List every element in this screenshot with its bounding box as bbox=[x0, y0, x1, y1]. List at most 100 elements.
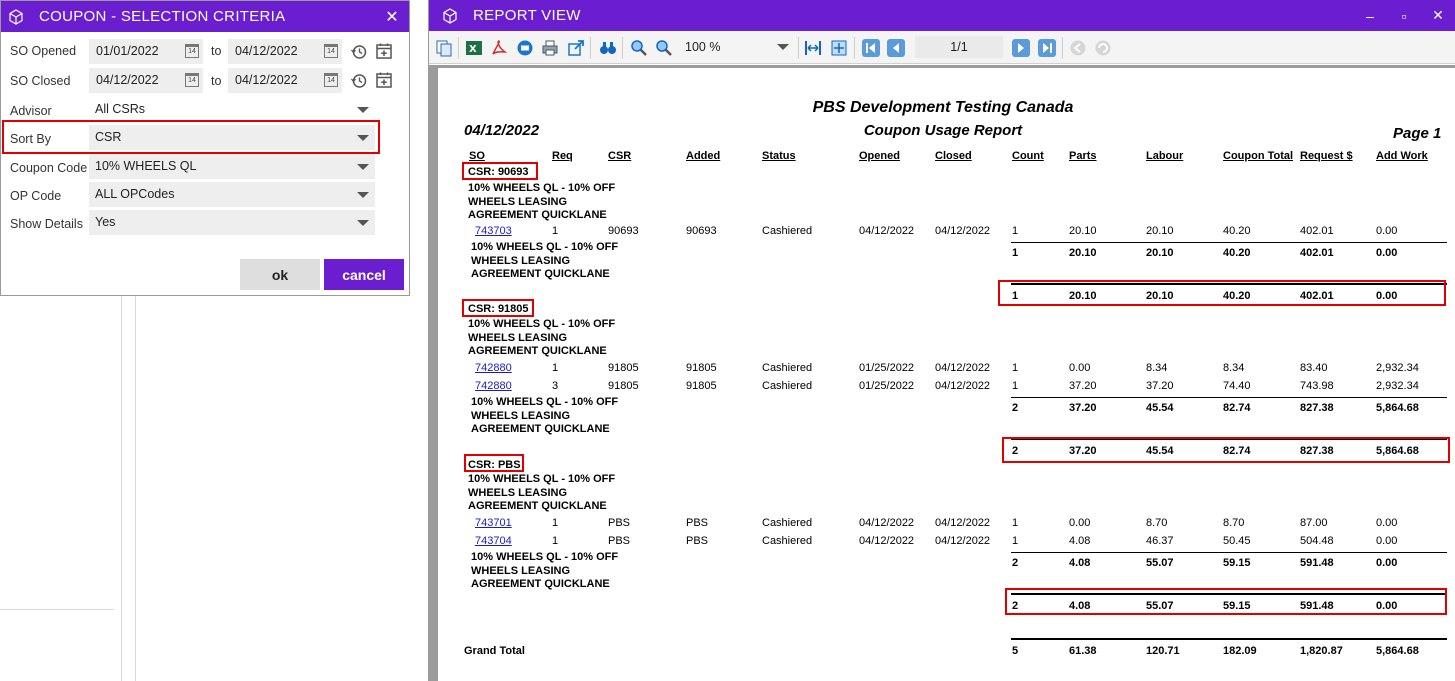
close-icon[interactable]: ✕ bbox=[375, 7, 409, 27]
table-cell: 8.34 bbox=[1223, 362, 1245, 374]
subtotal-rule bbox=[1011, 242, 1447, 243]
subtotal-cell: 0.00 bbox=[1376, 557, 1398, 569]
refresh-icon[interactable] bbox=[1094, 39, 1112, 57]
toolbar-separator bbox=[622, 37, 623, 59]
advisor-select[interactable]: All CSRs bbox=[89, 97, 375, 122]
zoom-in-icon[interactable] bbox=[630, 39, 648, 57]
table-cell: PBS bbox=[608, 517, 631, 529]
column-header: SO bbox=[469, 150, 485, 162]
chevron-down-icon bbox=[357, 220, 369, 226]
toolbar-separator bbox=[854, 37, 855, 59]
so-closed-from-input[interactable]: 04/12/2022 14 bbox=[89, 68, 203, 93]
table-cell: 91805 bbox=[686, 380, 717, 392]
table-cell: 04/12/2022 bbox=[859, 225, 915, 237]
table-cell: 40.20 bbox=[1223, 225, 1251, 237]
table-cell: Cashiered bbox=[762, 380, 813, 392]
table-cell: PBS bbox=[608, 535, 631, 547]
column-header: Closed bbox=[935, 150, 972, 162]
subtotal-cell: 82.74 bbox=[1223, 402, 1251, 414]
report-titlebar: REPORT VIEW – ▫ ✕ bbox=[429, 0, 1455, 31]
minimize-icon[interactable]: – bbox=[1353, 8, 1387, 24]
table-cell: 8.34 bbox=[1146, 362, 1168, 374]
table-cell: 402.01 bbox=[1300, 225, 1334, 237]
coupon-description: WHEELS LEASING bbox=[471, 409, 571, 422]
close-icon[interactable]: ✕ bbox=[1421, 7, 1455, 24]
zoom-value: 100 % bbox=[685, 40, 721, 54]
maximize-icon[interactable]: ▫ bbox=[1387, 8, 1421, 24]
grand-total-cell: 5 bbox=[1012, 645, 1019, 657]
couponcode-label: Coupon Code bbox=[10, 161, 88, 175]
ok-button[interactable]: ok bbox=[240, 259, 320, 290]
add-calendar-icon[interactable] bbox=[375, 42, 393, 60]
last-page-icon[interactable] bbox=[1038, 39, 1056, 57]
column-header: Req bbox=[552, 150, 573, 162]
calendar-icon[interactable]: 14 bbox=[324, 44, 338, 58]
find-icon[interactable] bbox=[599, 39, 617, 57]
calendar-icon[interactable]: 14 bbox=[185, 73, 199, 87]
print-icon[interactable] bbox=[541, 39, 559, 57]
subtotal-cell: 37.20 bbox=[1069, 402, 1097, 414]
email-icon[interactable] bbox=[516, 39, 534, 57]
to-label: to bbox=[211, 44, 222, 58]
coupon-description: 10% WHEELS QL - 10% OFF bbox=[471, 551, 619, 563]
subtotal-cell: 1 bbox=[1012, 247, 1019, 259]
coupon-description: WHEELS LEASING bbox=[471, 564, 571, 577]
zoom-select[interactable]: 100 % bbox=[681, 36, 791, 58]
previous-page-icon[interactable] bbox=[887, 39, 905, 57]
so-link[interactable]: 743701 bbox=[475, 517, 512, 529]
first-page-icon[interactable] bbox=[862, 39, 880, 57]
table-cell: 0.00 bbox=[1376, 535, 1398, 547]
table-cell: 87.00 bbox=[1300, 517, 1328, 529]
next-page-icon[interactable] bbox=[1012, 39, 1030, 57]
zoom-out-icon[interactable] bbox=[655, 39, 673, 57]
whole-page-icon[interactable] bbox=[830, 39, 848, 57]
copy-icon[interactable] bbox=[435, 39, 453, 57]
add-calendar-icon[interactable] bbox=[375, 71, 393, 89]
so-link[interactable]: 742880 bbox=[475, 362, 512, 374]
highlight-box bbox=[1005, 588, 1447, 615]
couponcode-select[interactable]: 10% WHEELS QL bbox=[89, 154, 375, 179]
table-cell: 04/12/2022 bbox=[935, 225, 991, 237]
grand-total-cell: 1,820.87 bbox=[1300, 645, 1343, 657]
page-width-icon[interactable] bbox=[804, 39, 822, 57]
table-cell: Cashiered bbox=[762, 517, 813, 529]
table-cell: 83.40 bbox=[1300, 362, 1328, 374]
pdf-icon[interactable] bbox=[490, 39, 508, 57]
subtotal-cell: 4.08 bbox=[1069, 557, 1091, 569]
subtotal-rule bbox=[1011, 397, 1447, 398]
so-opened-from-input[interactable]: 01/01/2022 14 bbox=[89, 39, 203, 64]
cancel-button[interactable]: cancel bbox=[324, 259, 404, 290]
so-link[interactable]: 743703 bbox=[475, 225, 512, 237]
subtotal-cell: 5,864.68 bbox=[1376, 402, 1419, 414]
background-divider bbox=[121, 295, 122, 681]
toolbar-separator bbox=[458, 37, 459, 59]
so-opened-label: SO Opened bbox=[10, 44, 77, 58]
table-cell: 0.00 bbox=[1376, 517, 1398, 529]
highlight-box bbox=[462, 162, 538, 180]
history-icon[interactable] bbox=[350, 72, 368, 90]
toolbar-separator bbox=[590, 37, 591, 59]
subtotal-cell: 2 bbox=[1012, 557, 1019, 569]
toolbar-separator bbox=[1062, 37, 1063, 59]
so-opened-to-input[interactable]: 04/12/2022 14 bbox=[228, 39, 342, 64]
grand-total-cell: 5,864.68 bbox=[1376, 645, 1419, 657]
coupon-description: AGREEMENT QUICKLANE bbox=[468, 500, 607, 512]
excel-icon[interactable]: X bbox=[465, 39, 483, 57]
column-header: Add Work bbox=[1376, 150, 1428, 162]
table-cell: 8.70 bbox=[1146, 517, 1168, 529]
table-cell: 04/12/2022 bbox=[935, 535, 991, 547]
history-icon[interactable] bbox=[350, 43, 368, 61]
so-closed-to-input[interactable]: 04/12/2022 14 bbox=[228, 68, 342, 93]
opcode-select[interactable]: ALL OPCodes bbox=[89, 182, 375, 207]
page-indicator[interactable]: 1/1 bbox=[915, 36, 1003, 58]
export-icon[interactable] bbox=[567, 39, 585, 57]
table-cell: 04/12/2022 bbox=[935, 362, 991, 374]
highlight-box bbox=[998, 280, 1446, 306]
back-icon[interactable] bbox=[1069, 39, 1087, 57]
showdetails-select[interactable]: Yes bbox=[89, 210, 375, 235]
calendar-icon[interactable]: 14 bbox=[324, 73, 338, 87]
calendar-icon[interactable]: 14 bbox=[185, 44, 199, 58]
so-link[interactable]: 743704 bbox=[475, 535, 512, 547]
column-header: Request $ bbox=[1300, 150, 1353, 162]
so-link[interactable]: 742880 bbox=[475, 380, 512, 392]
